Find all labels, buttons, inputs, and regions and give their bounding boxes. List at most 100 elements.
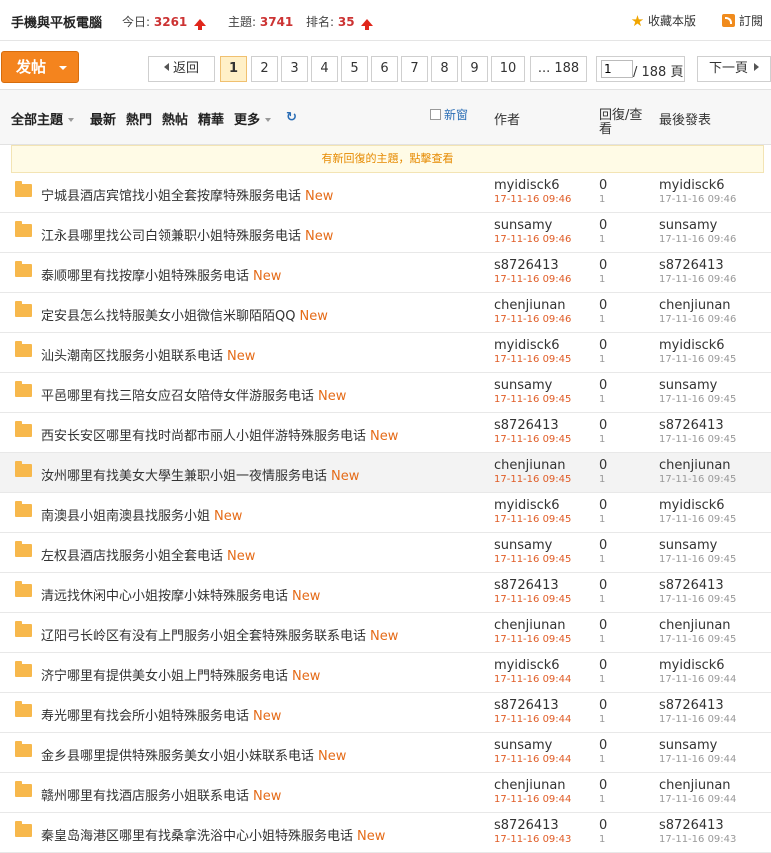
thread-author[interactable]: sunsamy [494, 538, 552, 553]
next-page-button[interactable]: 下一頁 [697, 56, 771, 82]
last-post-user[interactable]: s8726413 [659, 818, 724, 833]
last-post-user[interactable]: sunsamy [659, 378, 717, 393]
last-post-user[interactable]: myidisck6 [659, 338, 725, 353]
page-10[interactable]: 10 [491, 56, 525, 82]
thread-author[interactable]: s8726413 [494, 418, 559, 433]
thread-title-link[interactable]: 汕头潮南区找服务小姐联系电话 New [41, 345, 255, 364]
thread-title-link[interactable]: 金乡县哪里提供特殊服务美女小姐小妹联系电话 New [41, 745, 346, 764]
thread-title-link[interactable]: 泰顺哪里有找按摩小姐特殊服务电话 New [41, 265, 281, 284]
thread-author[interactable]: sunsamy [494, 378, 552, 393]
table-row[interactable]: 左权县酒店找服务小姐全套电话 New sunsamy 17-11-16 09:45 0 1… [0, 533, 771, 573]
back-button[interactable]: 返回 [148, 56, 215, 82]
new-window-checkbox[interactable] [430, 109, 441, 120]
table-row[interactable]: 赣州哪里有找酒店服务小姐联系电话 New chenjiunan 17-11-16 09… [0, 773, 771, 813]
thread-title-link[interactable]: 汝州哪里有找美女大學生兼职小姐一夜情服务电话 New [41, 465, 359, 484]
thread-author[interactable]: myidisck6 [494, 338, 560, 353]
last-post-date[interactable]: 17-11-16 09:45 [659, 394, 736, 405]
thread-title-link[interactable]: 辽阳弓长岭区有没有上門服务小姐全套特殊服务联系电话 New [41, 625, 398, 644]
filter-all-topics[interactable]: 全部主題 [11, 109, 74, 128]
thread-title-link[interactable]: 清远找休闲中心小姐按摩小妹特殊服务电话 New [41, 585, 320, 604]
page-2[interactable]: 2 [251, 56, 278, 82]
table-row[interactable]: 西安长安区哪里有找时尚都市丽人小姐伴游特殊服务电话 New s8726413 17-1… [0, 413, 771, 453]
thread-author[interactable]: s8726413 [494, 258, 559, 273]
last-post-date[interactable]: 17-11-16 09:44 [659, 714, 736, 725]
last-post-date[interactable]: 17-11-16 09:45 [659, 514, 736, 525]
thread-title-link[interactable]: 赣州哪里有找酒店服务小姐联系电话 New [41, 785, 281, 804]
table-row[interactable]: 汕头潮南区找服务小姐联系电话 New myidisck6 17-11-16 09:45… [0, 333, 771, 373]
last-post-user[interactable]: chenjiunan [659, 298, 731, 313]
post-button[interactable]: 发帖 [1, 51, 79, 83]
last-post-date[interactable]: 17-11-16 09:45 [659, 634, 736, 645]
last-post-date[interactable]: 17-11-16 09:45 [659, 434, 736, 445]
last-post-user[interactable]: chenjiunan [659, 458, 731, 473]
thread-author[interactable]: s8726413 [494, 578, 559, 593]
table-row[interactable]: 南澳县小姐南澳县找服务小姐 New myidisck6 17-11-16 09:45 0… [0, 493, 771, 533]
filter-hot-posts[interactable]: 熱帖 [162, 109, 188, 128]
last-post-user[interactable]: chenjiunan [659, 778, 731, 793]
table-row[interactable]: 秦皇岛海港区哪里有找桑拿洗浴中心小姐特殊服务电话 New s8726413 17-11… [0, 813, 771, 853]
table-row[interactable]: 辽阳弓长岭区有没有上門服务小姐全套特殊服务联系电话 New chenjiunan 17… [0, 613, 771, 653]
thread-title-link[interactable]: 寿光哪里有找会所小姐特殊服务电话 New [41, 705, 281, 724]
table-row[interactable]: 清远找休闲中心小姐按摩小妹特殊服务电话 New s8726413 17-11-16 0… [0, 573, 771, 613]
thread-author[interactable]: sunsamy [494, 738, 552, 753]
subscribe-link[interactable]: 訂閱 [721, 12, 763, 29]
last-post-user[interactable]: myidisck6 [659, 178, 725, 193]
table-row[interactable]: 平邑哪里有找三陪女应召女陪侍女伴游服务电话 New sunsamy 17-11-16 … [0, 373, 771, 413]
thread-author[interactable]: myidisck6 [494, 498, 560, 513]
table-row[interactable]: 泰顺哪里有找按摩小姐特殊服务电话 New s8726413 17-11-16 09:4… [0, 253, 771, 293]
new-window-toggle[interactable]: 新窗 [430, 106, 468, 123]
last-post-user[interactable]: myidisck6 [659, 498, 725, 513]
last-post-date[interactable]: 17-11-16 09:45 [659, 354, 736, 365]
page-8[interactable]: 8 [431, 56, 458, 82]
refresh-icon[interactable]: ↻ [286, 110, 297, 125]
last-post-user[interactable]: s8726413 [659, 258, 724, 273]
thread-title-link[interactable]: 南澳县小姐南澳县找服务小姐 New [41, 505, 242, 524]
filter-hot[interactable]: 熱門 [126, 109, 152, 128]
thread-title-link[interactable]: 秦皇岛海港区哪里有找桑拿洗浴中心小姐特殊服务电话 New [41, 825, 385, 844]
last-post-date[interactable]: 17-11-16 09:44 [659, 794, 736, 805]
filter-latest[interactable]: 最新 [90, 109, 116, 128]
table-row[interactable]: 江永县哪里找公司白领兼职小姐特殊服务电话 New sunsamy 17-11-16 0… [0, 213, 771, 253]
thread-author[interactable]: chenjiunan [494, 298, 566, 313]
last-post-user[interactable]: sunsamy [659, 218, 717, 233]
last-post-date[interactable]: 17-11-16 09:46 [659, 194, 736, 205]
page-4[interactable]: 4 [311, 56, 338, 82]
thread-title-link[interactable]: 西安长安区哪里有找时尚都市丽人小姐伴游特殊服务电话 New [41, 425, 398, 444]
last-post-user[interactable]: sunsamy [659, 538, 717, 553]
thread-author[interactable]: sunsamy [494, 218, 552, 233]
last-post-date[interactable]: 17-11-16 09:46 [659, 274, 736, 285]
page-5[interactable]: 5 [341, 56, 368, 82]
last-post-user[interactable]: s8726413 [659, 698, 724, 713]
last-post-date[interactable]: 17-11-16 09:45 [659, 474, 736, 485]
thread-title-link[interactable]: 定安县怎么找特服美女小姐微信米聊陌陌QQ New [41, 305, 328, 324]
page-input[interactable] [601, 60, 633, 78]
last-post-user[interactable]: s8726413 [659, 578, 724, 593]
thread-author[interactable]: chenjiunan [494, 778, 566, 793]
page-9[interactable]: 9 [461, 56, 488, 82]
last-post-date[interactable]: 17-11-16 09:45 [659, 554, 736, 565]
filter-more[interactable]: 更多 [234, 109, 271, 128]
page-last[interactable]: ... 188 [530, 56, 587, 82]
last-post-date[interactable]: 17-11-16 09:46 [659, 314, 736, 325]
page-6[interactable]: 6 [371, 56, 398, 82]
last-post-user[interactable]: myidisck6 [659, 658, 725, 673]
page-3[interactable]: 3 [281, 56, 308, 82]
thread-title-link[interactable]: 左权县酒店找服务小姐全套电话 New [41, 545, 255, 564]
page-1[interactable]: 1 [220, 56, 247, 82]
table-row[interactable]: 汝州哪里有找美女大學生兼职小姐一夜情服务电话 New chenjiunan 17-11… [0, 453, 771, 493]
last-post-date[interactable]: 17-11-16 09:43 [659, 834, 736, 845]
last-post-user[interactable]: s8726413 [659, 418, 724, 433]
thread-title-link[interactable]: 济宁哪里有提供美女小姐上門特殊服务电话 New [41, 665, 320, 684]
table-row[interactable]: 宁城县酒店宾馆找小姐全套按摩特殊服务电话 New myidisck6 17-11-16… [0, 173, 771, 213]
thread-author[interactable]: s8726413 [494, 818, 559, 833]
thread-author[interactable]: myidisck6 [494, 658, 560, 673]
last-post-user[interactable]: chenjiunan [659, 618, 731, 633]
last-post-date[interactable]: 17-11-16 09:46 [659, 234, 736, 245]
last-post-date[interactable]: 17-11-16 09:45 [659, 594, 736, 605]
table-row[interactable]: 定安县怎么找特服美女小姐微信米聊陌陌QQ New chenjiunan 17-11-1… [0, 293, 771, 333]
filter-digest[interactable]: 精華 [198, 109, 224, 128]
last-post-date[interactable]: 17-11-16 09:44 [659, 674, 736, 685]
last-post-date[interactable]: 17-11-16 09:44 [659, 754, 736, 765]
thread-author[interactable]: myidisck6 [494, 178, 560, 193]
thread-title-link[interactable]: 宁城县酒店宾馆找小姐全套按摩特殊服务电话 New [41, 185, 333, 204]
